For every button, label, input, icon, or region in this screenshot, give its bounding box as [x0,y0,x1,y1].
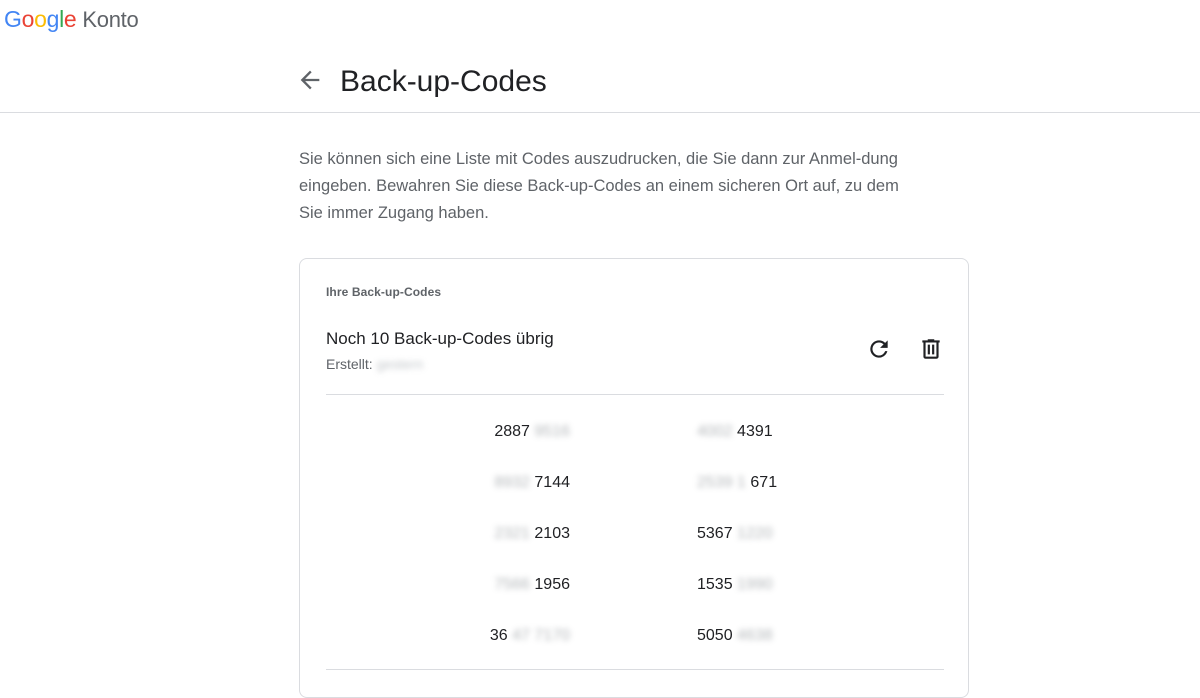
code-redacted-part: 2539 1 [697,474,746,491]
top-bar: Google Konto [0,0,1200,40]
backup-code: 36 47 7170 [460,627,570,645]
code-visible-part: 2887 [494,423,530,440]
code-visible-part: 1535 [697,576,733,593]
code-visible-part: 4391 [737,423,773,440]
backup-code: 2539 1 671 [697,474,807,492]
code-redacted-part: 9516 [534,423,570,440]
code-redacted-part: 8932 [494,474,530,491]
page-header: Back-up-Codes [0,52,1200,113]
code-visible-part: 671 [750,474,778,491]
page-title: Back-up-Codes [340,65,547,98]
code-visible-part: 7144 [534,474,570,491]
arrow-back-icon [300,70,320,90]
card-label: Ihre Back-up-Codes [326,285,442,299]
code-redacted-part: 47 7170 [512,627,570,644]
created-value-redacted: gestern [376,356,424,372]
backup-code: 8932 7144 [460,474,570,492]
refresh-codes-button[interactable] [866,336,892,362]
delete-codes-button[interactable] [918,336,944,362]
code-visible-part: 1956 [534,576,570,593]
logo-letter: G [4,6,22,32]
description-text: Sie können sich eine Liste mit Codes aus… [299,150,899,222]
backup-code: 5367 1220 [697,525,807,543]
code-redacted-part: 4002 [697,423,733,440]
backup-codes-card: Ihre Back-up-Codes Noch 10 Back-up-Codes… [299,258,969,698]
divider [326,394,944,395]
google-konto-logo[interactable]: Google Konto [4,4,139,35]
backup-code: 1535 1990 [697,576,807,594]
code-visible-part: 36 [489,627,508,644]
code-redacted-part: 4638 [737,627,773,644]
backup-code: 7566 1956 [460,576,570,594]
code-redacted-part: 1990 [737,576,773,593]
code-visible-part: 5367 [697,525,733,542]
refresh-icon [870,340,888,358]
code-visible-part: 2103 [534,525,570,542]
backup-code: 4002 4391 [697,423,807,441]
trash-icon [922,339,940,359]
code-visible-part: 5050 [697,627,733,644]
logo-letter: o [34,6,47,32]
product-name: Konto [82,7,139,32]
created-label: Erstellt: [326,356,373,372]
code-redacted-part: 2321 [494,525,530,542]
backup-code: 2321 2103 [460,525,570,543]
backup-code: 5050 4638 [697,627,807,645]
logo-letter: o [21,6,35,32]
code-redacted-part: 7566 [494,576,530,593]
codes-remaining-status: Noch 10 Back-up-Codes übrig [326,329,554,348]
logo-letter: e [63,6,77,32]
logo-letter: g [46,6,60,32]
divider [326,669,944,670]
code-redacted-part: 1220 [737,525,773,542]
backup-code: 2887 9516 [460,423,570,441]
created-row: Erstellt: gestern [326,356,423,372]
back-button[interactable] [296,66,324,94]
